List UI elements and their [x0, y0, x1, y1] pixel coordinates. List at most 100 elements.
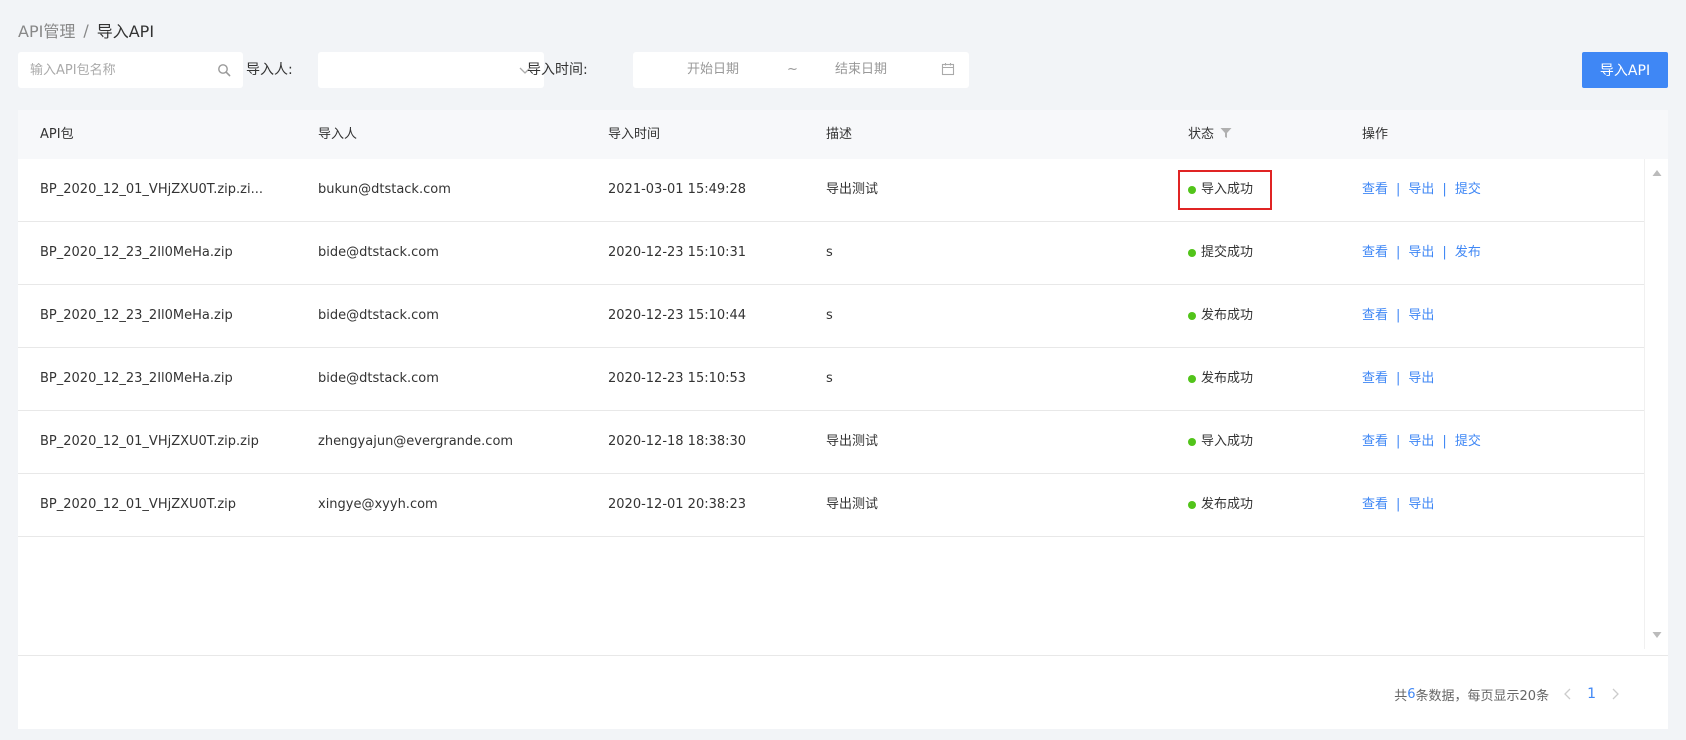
- cell-time: 2020-12-18 18:38:30: [608, 434, 747, 449]
- op-link[interactable]: 查看: [1362, 497, 1388, 512]
- table-header: API包 导入人 导入时间 描述 状态 操作: [18, 110, 1668, 159]
- start-date-input[interactable]: 开始日期: [687, 52, 739, 88]
- chevron-right-icon[interactable]: [1610, 688, 1620, 700]
- import-time-label: 导入时间:: [527, 62, 588, 78]
- calendar-icon: [941, 63, 955, 76]
- cell-desc: 导出测试: [826, 497, 879, 512]
- importer-select[interactable]: [318, 52, 544, 88]
- status-dot-icon: [1188, 249, 1196, 257]
- cell-status: 发布成功: [1188, 285, 1253, 347]
- date-range-separator: ~: [787, 62, 798, 77]
- op-link[interactable]: 提交: [1455, 434, 1481, 449]
- op-link[interactable]: 导出: [1408, 371, 1434, 386]
- cell-time: 2021-03-01 15:49:28: [608, 182, 747, 197]
- pagination-total-suffix: 条数据，每页显示20条: [1415, 688, 1550, 704]
- op-separator: |: [1442, 182, 1447, 197]
- cell-importer: xingye@xyyh.com: [318, 497, 438, 512]
- cell-importer: bide@dtstack.com: [318, 308, 439, 323]
- cell-status: 导入成功: [1178, 159, 1272, 221]
- cell-package: BP_2020_12_01_VHjZXU0T.zip: [40, 497, 237, 512]
- column-header-importer: 导入人: [318, 127, 358, 142]
- cell-ops: 查看 | 导出 | 发布: [1362, 222, 1481, 284]
- cell-time: 2020-12-01 20:38:23: [608, 497, 747, 512]
- status-text: 发布成功: [1201, 308, 1254, 323]
- cell-package: BP_2020_12_23_2Il0MeHa.zip: [40, 308, 233, 323]
- op-link[interactable]: 导出: [1408, 434, 1434, 449]
- cell-importer: bukun@dtstack.com: [318, 182, 451, 197]
- op-separator: |: [1396, 182, 1401, 197]
- cell-ops: 查看 | 导出: [1362, 285, 1434, 347]
- cell-package: BP_2020_12_01_VHjZXU0T.zip.zip: [40, 434, 259, 449]
- op-link[interactable]: 查看: [1362, 245, 1388, 260]
- cell-ops: 查看 | 导出 | 提交: [1362, 159, 1481, 221]
- cell-ops: 查看 | 导出: [1362, 348, 1434, 410]
- op-link[interactable]: 导出: [1408, 182, 1434, 197]
- status-dot-icon: [1188, 438, 1196, 446]
- filter-icon[interactable]: [1220, 127, 1232, 139]
- cell-status: 提交成功: [1188, 222, 1253, 284]
- filter-bar: 导入人: 导入时间: 开始日期 ~ 结束日期 导入API: [18, 52, 1668, 88]
- op-link[interactable]: 导出: [1408, 308, 1434, 323]
- status-dot-icon: [1188, 501, 1196, 509]
- table-row: BP_2020_12_01_VHjZXU0T.zip.zi... bukun@dt…: [18, 159, 1644, 222]
- status-dot-icon: [1188, 375, 1196, 383]
- table-row: BP_2020_12_23_2Il0MeHa.zip bide@dtstack.c…: [18, 348, 1644, 411]
- cell-package: BP_2020_12_23_2Il0MeHa.zip: [40, 371, 233, 386]
- vertical-scrollbar[interactable]: [1644, 159, 1668, 649]
- cell-importer: bide@dtstack.com: [318, 245, 439, 260]
- column-header-time: 导入时间: [608, 127, 661, 142]
- status-text: 发布成功: [1201, 497, 1254, 512]
- cell-ops: 查看 | 导出 | 提交: [1362, 411, 1481, 473]
- chevron-left-icon[interactable]: [1563, 688, 1573, 700]
- pagination-total-prefix: 共: [1394, 688, 1408, 704]
- column-header-status: 状态: [1188, 110, 1232, 159]
- cell-time: 2020-12-23 15:10:53: [608, 371, 747, 386]
- cell-desc: s: [826, 371, 833, 386]
- cell-package: BP_2020_12_01_VHjZXU0T.zip.zi...: [40, 182, 263, 197]
- table-row: BP_2020_12_01_VHjZXU0T.zip.zip zhengyajun…: [18, 411, 1644, 474]
- breadcrumb-parent[interactable]: API管理: [18, 18, 75, 42]
- cell-ops: 查看 | 导出: [1362, 474, 1434, 536]
- op-separator: |: [1442, 434, 1447, 449]
- table-row: BP_2020_12_23_2Il0MeHa.zip bide@dtstack.c…: [18, 285, 1644, 348]
- cell-time: 2020-12-23 15:10:44: [608, 308, 747, 323]
- op-link[interactable]: 查看: [1362, 308, 1388, 323]
- page-number[interactable]: 1: [1587, 686, 1596, 702]
- cell-importer: bide@dtstack.com: [318, 371, 439, 386]
- cell-importer: zhengyajun@evergrande.com: [318, 434, 514, 449]
- op-link[interactable]: 导出: [1408, 497, 1434, 512]
- search-icon[interactable]: [217, 63, 231, 77]
- search-input[interactable]: [30, 62, 217, 78]
- table-row: BP_2020_12_01_VHjZXU0T.zip xingye@xyyh.co…: [18, 474, 1644, 537]
- scroll-down-arrow-icon[interactable]: [1652, 631, 1662, 639]
- pagination: 共 6 条数据，每页显示20条 1: [1394, 684, 1634, 704]
- op-link[interactable]: 查看: [1362, 371, 1388, 386]
- op-link[interactable]: 查看: [1362, 182, 1388, 197]
- search-box: [18, 52, 243, 88]
- op-link[interactable]: 查看: [1362, 434, 1388, 449]
- status-highlight-box: [1178, 170, 1272, 210]
- cell-package: BP_2020_12_23_2Il0MeHa.zip: [40, 245, 233, 260]
- import-api-button[interactable]: 导入API: [1582, 52, 1668, 88]
- column-header-ops: 操作: [1362, 127, 1389, 142]
- op-separator: |: [1396, 434, 1401, 449]
- scroll-up-arrow-icon[interactable]: [1652, 169, 1662, 177]
- status-text: 导入成功: [1201, 434, 1254, 449]
- op-separator: |: [1396, 245, 1401, 260]
- op-separator: |: [1396, 308, 1401, 323]
- op-link[interactable]: 提交: [1455, 182, 1481, 197]
- status-text: 提交成功: [1201, 245, 1254, 260]
- table-row: BP_2020_12_23_2Il0MeHa.zip bide@dtstack.c…: [18, 222, 1644, 285]
- op-link[interactable]: 导出: [1408, 245, 1434, 260]
- cell-status: 发布成功: [1188, 474, 1253, 536]
- table-panel: API包 导入人 导入时间 描述 状态 操作 BP_2020_12_01_VHj…: [18, 110, 1668, 729]
- end-date-input[interactable]: 结束日期: [835, 52, 887, 88]
- breadcrumb-separator: /: [83, 20, 89, 40]
- pagination-total-count: 6: [1407, 686, 1416, 702]
- footer-divider: [18, 655, 1668, 656]
- cell-status: 发布成功: [1188, 348, 1253, 410]
- table-body: BP_2020_12_01_VHjZXU0T.zip.zi... bukun@dt…: [18, 159, 1644, 537]
- date-range-picker[interactable]: 开始日期 ~ 结束日期: [633, 52, 969, 88]
- op-link[interactable]: 发布: [1455, 245, 1481, 260]
- cell-desc: 导出测试: [826, 434, 879, 449]
